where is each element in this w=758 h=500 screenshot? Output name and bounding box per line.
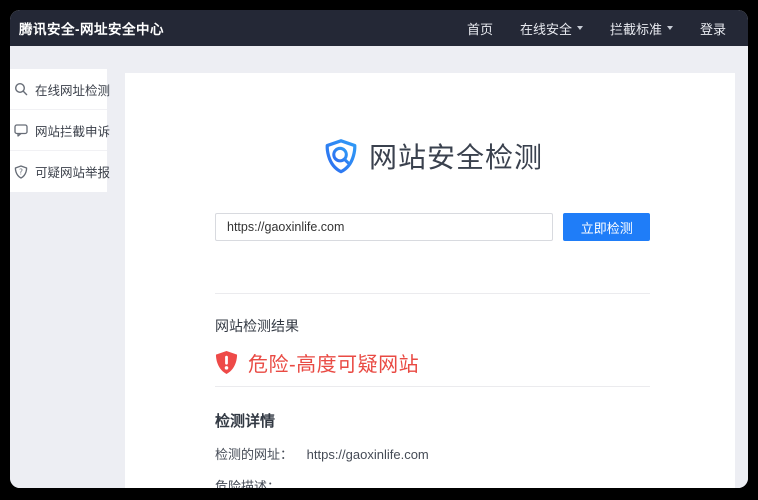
- nav-item-label: 在线安全: [520, 19, 572, 38]
- danger-shield-icon: [215, 350, 238, 375]
- page-title: 网站安全检测: [369, 136, 543, 176]
- shield-magnifier-logo: [322, 137, 360, 175]
- sidebar-item-report-site[interactable]: ? 可疑网站举报: [10, 151, 107, 192]
- nav-item-label: 首页: [467, 19, 493, 38]
- main-panel: 网站安全检测 立即检测 网站检测结果 危险-高度可疑网站: [125, 73, 735, 488]
- search-row: 立即检测: [215, 213, 650, 241]
- sidebar-item-block-appeal[interactable]: 网站拦截申诉: [10, 110, 107, 151]
- verdict-text: 危险-高度可疑网站: [248, 348, 419, 377]
- detected-url-value: https://gaoxinlife.com: [307, 447, 429, 462]
- sidebar-item-url-check[interactable]: 在线网址检测: [10, 69, 107, 110]
- url-input[interactable]: [215, 213, 553, 241]
- chat-bubble-icon: [14, 123, 28, 137]
- browser-window: 腾讯安全-网址安全中心 首页 在线安全 拦截标准 登录: [10, 10, 748, 488]
- nav-item-label: 登录: [700, 19, 726, 38]
- detected-url-label: 检测的网址：: [215, 447, 293, 462]
- nav-menu: 首页 在线安全 拦截标准 登录: [467, 19, 726, 38]
- verdict-row: 危险-高度可疑网站: [215, 349, 650, 375]
- nav-item-label: 拦截标准: [610, 19, 662, 38]
- chevron-down-icon: [667, 26, 673, 30]
- sidebar-item-label: 可疑网站举报: [35, 162, 110, 181]
- nav-item-block-standard[interactable]: 拦截标准: [610, 19, 673, 38]
- detected-url-line: 检测的网址： https://gaoxinlife.com: [215, 444, 650, 463]
- hero-header: 网站安全检测: [215, 73, 650, 175]
- search-icon: [14, 82, 28, 96]
- nav-item-home[interactable]: 首页: [467, 19, 493, 38]
- section-divider: [215, 386, 650, 387]
- check-now-button[interactable]: 立即检测: [563, 213, 650, 241]
- top-navbar: 腾讯安全-网址安全中心 首页 在线安全 拦截标准 登录: [10, 10, 748, 46]
- result-heading: 网站检测结果: [215, 316, 650, 336]
- details-heading: 检测详情: [215, 410, 650, 431]
- nav-item-online-security[interactable]: 在线安全: [520, 19, 583, 38]
- sidebar: 在线网址检测 网站拦截申诉 ? 可疑网站举报: [10, 69, 107, 192]
- chevron-down-icon: [577, 26, 583, 30]
- report-badge-icon: ?: [14, 165, 28, 179]
- sidebar-item-label: 在线网址检测: [35, 80, 110, 99]
- svg-text:?: ?: [19, 167, 23, 176]
- nav-item-login[interactable]: 登录: [700, 19, 726, 38]
- main-content: 网站安全检测 立即检测 网站检测结果 危险-高度可疑网站: [125, 73, 735, 488]
- risk-description-label: 危险描述：: [215, 476, 650, 488]
- section-divider: [215, 293, 650, 294]
- site-title: 腾讯安全-网址安全中心: [19, 18, 164, 38]
- sidebar-item-label: 网站拦截申诉: [35, 121, 110, 140]
- page-body: 在线网址检测 网站拦截申诉 ? 可疑网站举报: [10, 46, 748, 488]
